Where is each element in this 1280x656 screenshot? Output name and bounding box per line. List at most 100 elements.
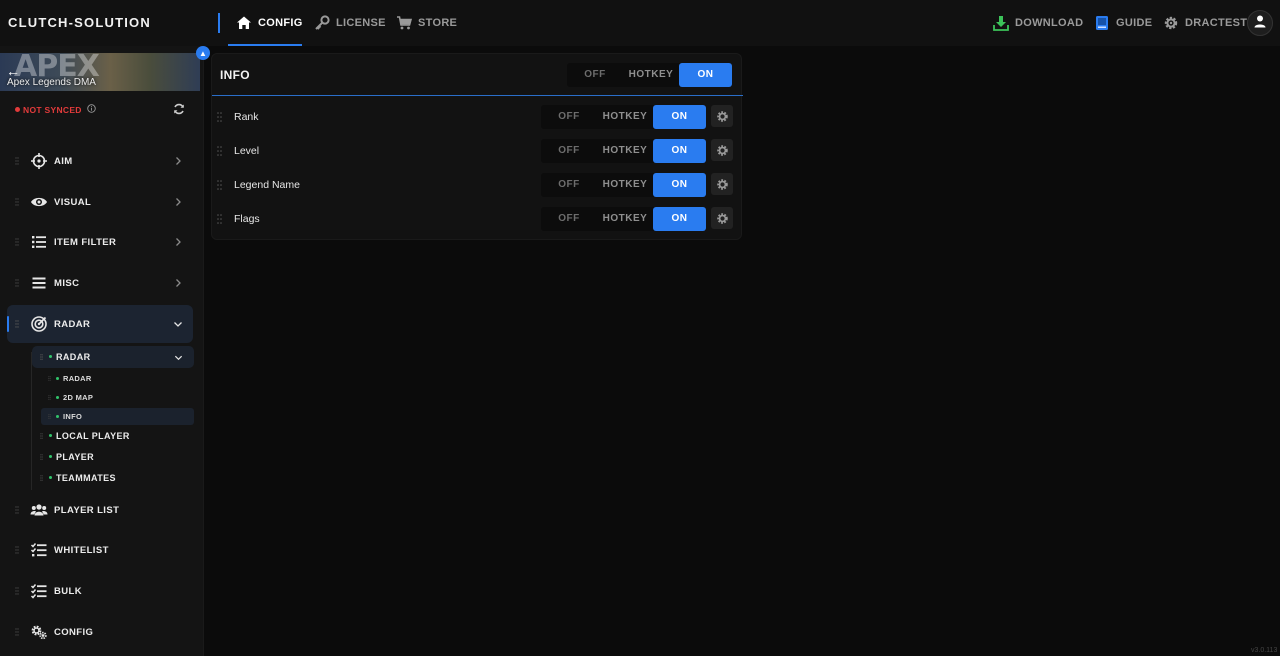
toggle-hotkey[interactable]: HOTKEY (597, 105, 653, 129)
guide-button[interactable]: GUIDE (1094, 0, 1152, 46)
drag-handle-icon[interactable] (217, 146, 222, 156)
sidebar-item-misc[interactable]: MISC (7, 264, 193, 302)
drag-handle-icon[interactable] (40, 433, 43, 439)
status-dot (49, 355, 52, 358)
toggle-off[interactable]: OFF (541, 207, 597, 231)
gear-icon (1163, 15, 1179, 31)
toggle-off[interactable]: OFF (541, 139, 597, 163)
menu-icon (32, 277, 46, 289)
top-divider (218, 13, 220, 33)
sidebar-subitem-label: PLAYER (56, 452, 95, 462)
drag-handle-icon[interactable] (15, 320, 19, 328)
tri-state-toggle: OFF HOTKEY ON (541, 105, 706, 129)
home-icon (236, 15, 252, 31)
sidebar-item-whitelist[interactable]: WHITELIST (7, 531, 193, 569)
sidebar-subitem-label: TEAMMATES (56, 473, 116, 483)
guide-label: GUIDE (1116, 17, 1153, 29)
drag-handle-icon[interactable] (15, 546, 19, 554)
row-settings-button[interactable] (711, 173, 733, 195)
status-dot (56, 415, 59, 418)
checklist-icon (30, 584, 47, 599)
toggle-on[interactable]: ON (653, 139, 706, 163)
toggle-hotkey[interactable]: HOTKEY (597, 207, 653, 231)
sidebar-item-label: AIM (54, 155, 73, 167)
sidebar: APEX ← Apex Legends DMA NOT SYNCED AIM V… (0, 46, 204, 656)
drag-handle-icon[interactable] (15, 587, 19, 595)
tri-state-toggle: OFF HOTKEY ON (541, 173, 706, 197)
row-settings-button[interactable] (711, 207, 733, 229)
toggle-hotkey[interactable]: HOTKEY (597, 173, 653, 197)
sidebar-item-bulk[interactable]: BULK (7, 572, 193, 610)
toggle-on[interactable]: ON (653, 173, 706, 197)
toggle-hotkey[interactable]: HOTKEY (597, 139, 653, 163)
drag-handle-icon[interactable] (15, 198, 19, 206)
sidebar-leaf-2d-map[interactable]: 2D MAP (41, 389, 194, 406)
sidebar-item-label: WHITELIST (54, 544, 109, 556)
users-icon (30, 504, 48, 516)
nav-license-label: LICENSE (336, 17, 386, 29)
info-icon[interactable] (87, 104, 96, 115)
game-banner[interactable]: APEX ← Apex Legends DMA (0, 53, 200, 91)
drag-handle-icon[interactable] (40, 454, 43, 460)
tri-state-toggle: OFF HOTKEY ON (541, 207, 706, 231)
sidebar-subitem-player[interactable]: PLAYER (32, 446, 194, 468)
sidebar-subitem-label: RADAR (56, 352, 91, 362)
sidebar-item-aim[interactable]: AIM (7, 142, 193, 180)
key-icon (314, 15, 330, 31)
master-toggle: OFF HOTKEY ON (567, 63, 732, 87)
sidebar-item-radar[interactable]: RADAR (7, 305, 193, 343)
crosshair-icon (31, 153, 47, 169)
toggle-off[interactable]: OFF (541, 105, 597, 129)
sidebar-leaf-label: 2D MAP (63, 393, 94, 402)
sidebar-item-visual[interactable]: VISUAL (7, 183, 193, 221)
refresh-icon[interactable] (172, 102, 186, 116)
drag-handle-icon[interactable] (217, 180, 222, 190)
master-toggle-off[interactable]: OFF (567, 63, 623, 87)
pin-icon[interactable]: ▲ (196, 46, 210, 60)
master-toggle-on[interactable]: ON (679, 63, 732, 87)
drag-handle-icon[interactable] (217, 112, 222, 122)
drag-handle-icon[interactable] (217, 214, 222, 224)
toggle-on[interactable]: ON (653, 207, 706, 231)
sidebar-item-player-list[interactable]: PLAYER LIST (7, 491, 193, 529)
sidebar-item-config[interactable]: CONFIG (7, 613, 193, 651)
drag-handle-icon[interactable] (15, 157, 19, 165)
status-dot (56, 377, 59, 380)
drag-handle-icon[interactable] (48, 376, 51, 381)
drag-handle-icon[interactable] (40, 354, 43, 360)
drag-handle-icon[interactable] (15, 279, 19, 287)
sidebar-leaf-info[interactable]: INFO (41, 408, 194, 425)
row-settings-button[interactable] (711, 139, 733, 161)
checklist-icon (30, 543, 47, 557)
sidebar-item-label: PLAYER LIST (54, 504, 120, 516)
sidebar-item-item-filter[interactable]: ITEM FILTER (7, 223, 193, 261)
user-menu-button[interactable]: DRACTEST (1163, 0, 1247, 46)
sidebar-item-label: CONFIG (54, 626, 94, 638)
setting-row-flags: Flags OFF HOTKEY ON (212, 202, 743, 236)
gear-icon (716, 144, 728, 156)
sidebar-subitem-local-player[interactable]: LOCAL PLAYER (32, 425, 194, 447)
drag-handle-icon[interactable] (48, 395, 51, 400)
nav-store-label: STORE (418, 17, 458, 29)
sidebar-leaf-label: INFO (63, 412, 83, 421)
setting-label: Level (234, 145, 260, 157)
tri-state-toggle: OFF HOTKEY ON (541, 139, 706, 163)
drag-handle-icon[interactable] (15, 628, 19, 636)
toggle-off[interactable]: OFF (541, 173, 597, 197)
toggle-on[interactable]: ON (653, 105, 706, 129)
sidebar-subitem-radar-group[interactable]: RADAR (32, 346, 194, 368)
drag-handle-icon[interactable] (40, 475, 43, 481)
panel-header-divider (212, 95, 743, 96)
sidebar-subitem-teammates[interactable]: TEAMMATES (32, 467, 194, 489)
sidebar-leaf-radar[interactable]: RADAR (41, 370, 194, 387)
download-button[interactable]: DOWNLOAD (993, 0, 1083, 46)
nav-store[interactable]: STORE (396, 0, 457, 46)
drag-handle-icon[interactable] (15, 506, 19, 514)
nav-config[interactable]: CONFIG (236, 0, 303, 46)
avatar[interactable] (1247, 10, 1273, 36)
drag-handle-icon[interactable] (15, 238, 19, 246)
nav-license[interactable]: LICENSE (314, 0, 386, 46)
drag-handle-icon[interactable] (48, 414, 51, 419)
row-settings-button[interactable] (711, 105, 733, 127)
master-toggle-hotkey[interactable]: HOTKEY (623, 63, 679, 87)
